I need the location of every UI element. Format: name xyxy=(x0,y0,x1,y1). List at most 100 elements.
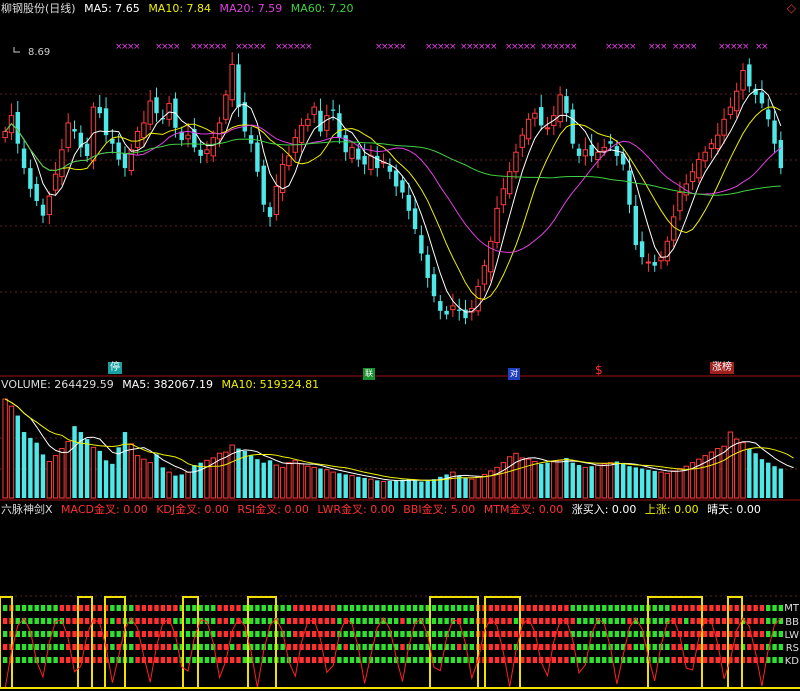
indicator-mark xyxy=(129,644,134,650)
indicator-mark xyxy=(2,644,8,650)
candle-body xyxy=(570,109,575,144)
indicator-mark xyxy=(368,605,374,611)
volume-bar xyxy=(500,462,507,499)
indicator-mark xyxy=(66,657,71,663)
candle-body xyxy=(400,180,405,193)
indicator-mark xyxy=(690,605,695,611)
indicator-mark xyxy=(431,618,437,624)
volume-bar xyxy=(513,452,519,499)
candle-body xyxy=(318,110,323,132)
indicator-mark xyxy=(129,657,134,663)
indicator-mark xyxy=(759,618,765,624)
indicator-mark xyxy=(349,644,355,650)
volume-bar xyxy=(595,464,601,499)
indicator-mark xyxy=(2,618,8,624)
candle-body xyxy=(28,168,33,189)
indicator-mark xyxy=(185,644,191,650)
candle-body xyxy=(229,63,235,101)
bbi-cross: BBI金叉: 5.00 xyxy=(403,503,476,516)
volume-bar xyxy=(65,440,71,499)
volume-bar xyxy=(753,453,758,498)
indicator-mark xyxy=(734,644,739,650)
indicator-mark xyxy=(463,631,468,637)
indicator-mark xyxy=(248,605,254,611)
volume-bar xyxy=(305,465,311,499)
indicator-mark xyxy=(2,657,8,663)
indicator-mark xyxy=(72,631,77,637)
indicator-mark xyxy=(684,644,689,650)
indicator-mark xyxy=(438,631,443,637)
volume-bar xyxy=(72,426,77,498)
indicator-mark xyxy=(116,631,121,637)
volume-bar xyxy=(279,466,286,499)
indicator-mark xyxy=(242,605,248,611)
candle-body xyxy=(538,107,544,126)
volume-bar xyxy=(589,466,594,498)
indicator-mark xyxy=(343,631,348,637)
volume-bar xyxy=(97,450,102,498)
volume-bar xyxy=(2,398,8,499)
indicator-mark xyxy=(192,618,197,624)
indicator-mark xyxy=(747,605,752,611)
candle-body xyxy=(727,106,734,115)
row-label-rs: RS xyxy=(785,643,799,654)
candle-body xyxy=(715,134,721,150)
signal-cross: × xyxy=(742,42,750,52)
volume-bar xyxy=(620,463,626,498)
indicator-mark xyxy=(438,605,443,611)
indicator-mark xyxy=(286,618,292,624)
signal-cross: × xyxy=(660,42,668,52)
candle-body xyxy=(305,118,311,126)
candle-body xyxy=(425,254,430,278)
menu-diamond-icon[interactable]: ◇ xyxy=(787,1,796,15)
candle-body xyxy=(766,109,771,120)
indicator-mark xyxy=(242,644,248,650)
indicator-mark xyxy=(28,618,33,624)
indicator-mark xyxy=(450,631,456,637)
indicator-mark xyxy=(696,605,702,611)
candle-body xyxy=(778,140,784,169)
indicator-mark xyxy=(564,657,569,663)
indicator-mark xyxy=(620,631,626,637)
volume-bar xyxy=(627,466,632,498)
indicator-mark xyxy=(488,657,493,663)
indicator-mark xyxy=(147,605,153,611)
candle-body xyxy=(90,106,97,162)
lwr-cross: LWR金叉: 0.00 xyxy=(317,503,395,516)
indicator-mark xyxy=(217,644,222,650)
candle-body xyxy=(65,122,71,148)
indicator-mark xyxy=(267,605,273,611)
grid-lines xyxy=(0,93,800,597)
indicator-mark xyxy=(463,618,468,624)
indicator-mark xyxy=(538,605,544,611)
indicator-mark xyxy=(21,644,27,650)
indicator-mark xyxy=(324,618,329,624)
indicator-mark xyxy=(665,631,670,637)
candle-body xyxy=(72,129,77,132)
candle-body xyxy=(772,120,777,144)
candle-body xyxy=(747,64,752,87)
volume-bar xyxy=(582,466,589,499)
indicator-mark xyxy=(324,644,329,650)
indicator-header: 六脉神剑X MACD金叉: 0.00 KDJ金叉: 0.00 RSI金叉: 0.… xyxy=(1,503,766,517)
ma5-readout: MA5: 7.65 xyxy=(84,2,140,15)
indicator-mark xyxy=(34,605,39,611)
signal-cross: × xyxy=(399,42,407,52)
indicator-mark xyxy=(387,618,393,624)
candle-body xyxy=(97,107,102,114)
indicator-mark xyxy=(551,605,557,611)
signal-cross-marks: ×××× ×××× ×××××× ××××× ×××××× ××××× ××××× ×××××… xyxy=(115,42,769,52)
indicator-mark xyxy=(267,644,273,650)
indicator-mark xyxy=(589,644,594,650)
indicator-mark xyxy=(501,631,506,637)
indicator-mark xyxy=(192,657,197,663)
volume-bar xyxy=(607,462,614,499)
volume-bar xyxy=(633,467,639,498)
indicator-mark xyxy=(255,644,260,650)
indicator-mark xyxy=(400,605,405,611)
candle-body xyxy=(298,124,305,143)
indicator-mark xyxy=(778,644,784,650)
indicator-mark xyxy=(570,618,575,624)
indicator-mark xyxy=(97,644,102,650)
indicator-mark xyxy=(116,618,121,624)
